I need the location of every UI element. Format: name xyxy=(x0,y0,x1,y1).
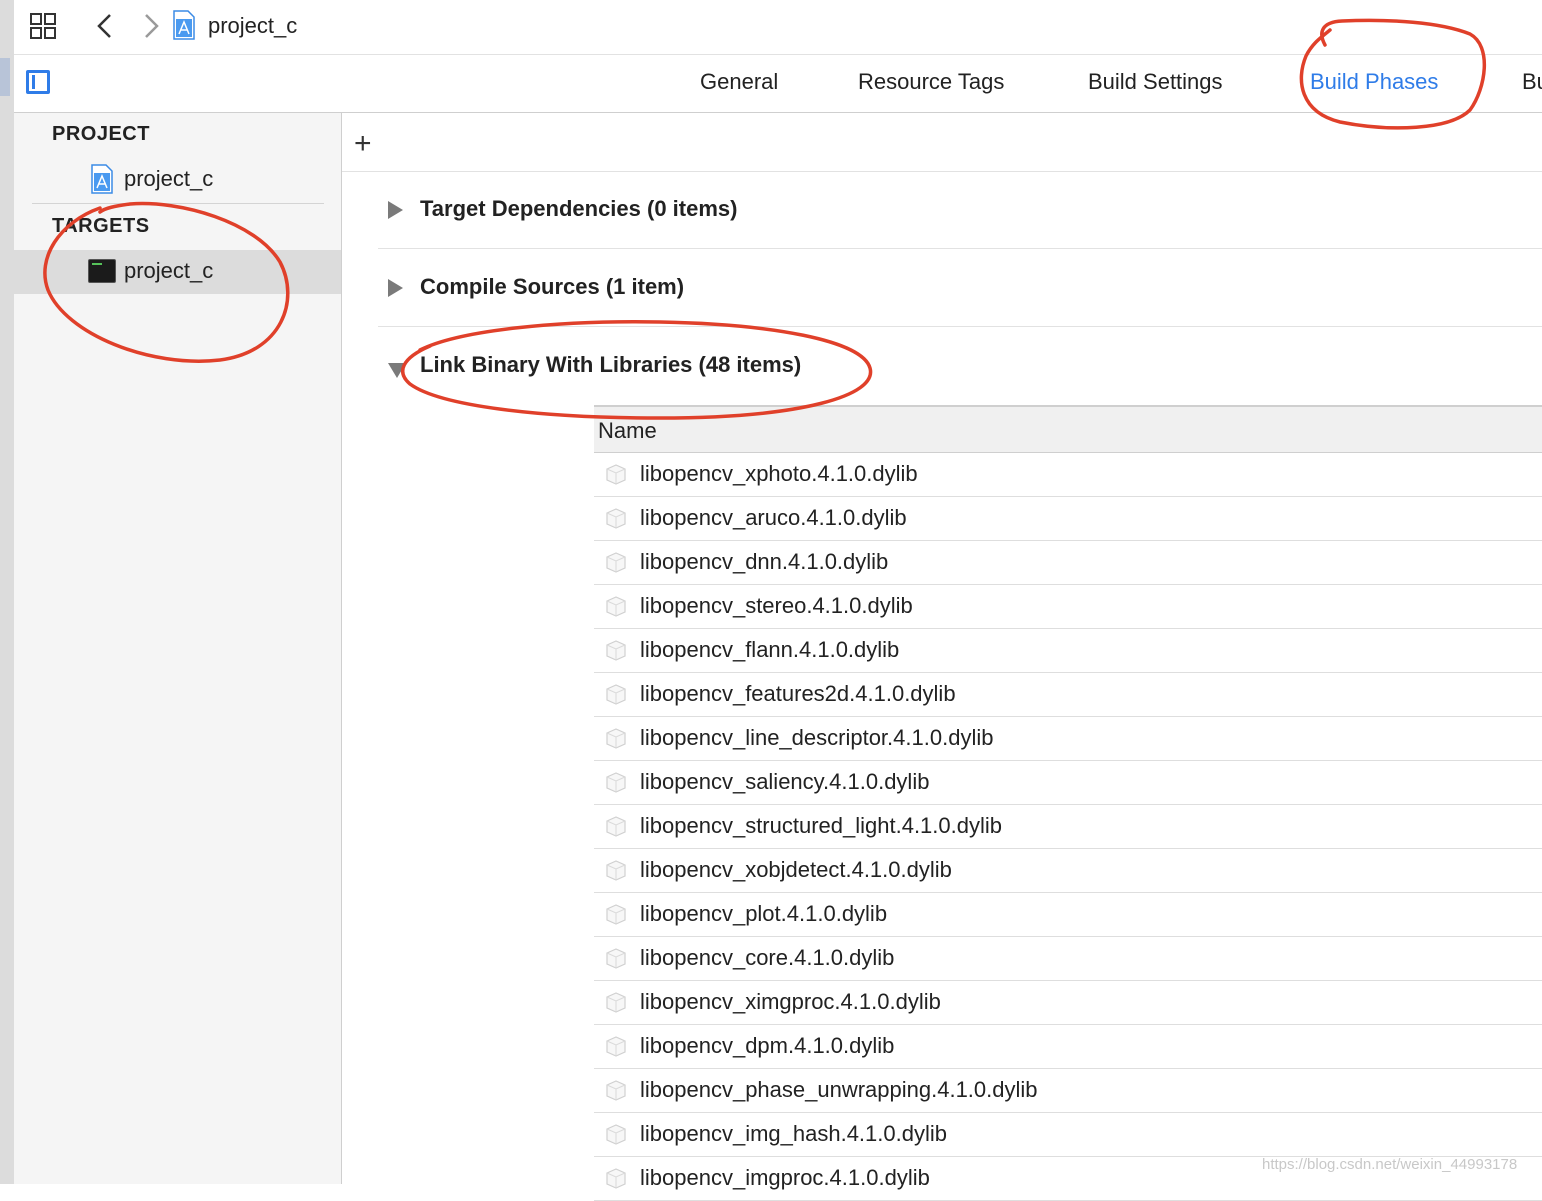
library-file-icon xyxy=(606,596,626,617)
library-name: libopencv_features2d.4.1.0.dylib xyxy=(640,681,956,706)
table-row[interactable]: libopencv_features2d.4.1.0.dylib xyxy=(594,673,1542,717)
table-row[interactable]: libopencv_dpm.4.1.0.dylib xyxy=(594,1025,1542,1069)
project-navigator-sidebar: PROJECT project_c TARGETS project_c xyxy=(14,113,342,1184)
watermark: https://blog.csdn.net/weixin_44993178 xyxy=(1262,1156,1518,1173)
table-row[interactable]: libopencv_xobjdetect.4.1.0.dylib xyxy=(594,849,1542,893)
library-name: libopencv_stereo.4.1.0.dylib xyxy=(640,593,913,618)
phase-target-dependencies[interactable]: Target Dependencies (0 items) xyxy=(378,171,1542,249)
sidebar-item-target[interactable]: project_c xyxy=(14,250,341,294)
tab-build-rules-partial[interactable]: Bu xyxy=(1522,69,1542,95)
library-name: libopencv_structured_light.4.1.0.dylib xyxy=(640,813,1003,838)
sidebar-divider xyxy=(32,203,324,204)
library-file-icon xyxy=(606,508,626,529)
table-row[interactable]: libopencv_saliency.4.1.0.dylib xyxy=(594,761,1542,805)
name-column-header: Name xyxy=(598,418,657,443)
tab-general[interactable]: General xyxy=(700,69,778,95)
table-row[interactable]: libopencv_dnn.4.1.0.dylib xyxy=(594,541,1542,585)
table-row[interactable]: libopencv_line_descriptor.4.1.0.dylib xyxy=(594,717,1542,761)
library-name: libopencv_plot.4.1.0.dylib xyxy=(640,901,888,926)
library-file-icon xyxy=(606,464,626,485)
top-navigation-bar: project_c xyxy=(14,0,1542,55)
library-name: libopencv_core.4.1.0.dylib xyxy=(640,945,895,970)
phase-title: Link Binary With Libraries (48 items) xyxy=(420,352,802,377)
library-file-icon xyxy=(606,1168,626,1189)
build-phases-editor: + Target Dependencies (0 items) Compile … xyxy=(342,113,1542,1201)
library-name: libopencv_aruco.4.1.0.dylib xyxy=(640,505,907,530)
library-name: libopencv_ximgproc.4.1.0.dylib xyxy=(640,989,941,1014)
library-name: libopencv_xphoto.4.1.0.dylib xyxy=(640,461,918,486)
forward-chevron-icon[interactable] xyxy=(138,12,162,40)
library-name: libopencv_phase_unwrapping.4.1.0.dylib xyxy=(640,1077,1038,1102)
library-name: libopencv_img_hash.4.1.0.dylib xyxy=(640,1121,947,1146)
edge-notch xyxy=(0,58,10,96)
library-file-icon xyxy=(606,992,626,1013)
library-file-icon xyxy=(606,772,626,793)
library-file-icon xyxy=(606,1036,626,1057)
tab-build-phases[interactable]: Build Phases xyxy=(1310,69,1438,95)
table-header[interactable]: Name xyxy=(594,405,1542,453)
library-file-icon xyxy=(606,640,626,661)
table-row[interactable]: libopencv_aruco.4.1.0.dylib xyxy=(594,497,1542,541)
tab-build-settings[interactable]: Build Settings xyxy=(1088,69,1223,95)
library-file-icon xyxy=(606,816,626,837)
table-row[interactable]: libopencv_ximgproc.4.1.0.dylib xyxy=(594,981,1542,1025)
add-build-phase-button[interactable]: + xyxy=(354,129,372,159)
editor-tab-bar: General Resource Tags Build Settings Bui… xyxy=(14,55,1542,113)
phase-title: Compile Sources (1 item) xyxy=(420,274,685,299)
sidebar-item-project[interactable]: project_c xyxy=(14,158,341,202)
xcode-project-icon xyxy=(91,164,113,194)
library-file-icon xyxy=(606,1124,626,1145)
table-row[interactable]: libopencv_stereo.4.1.0.dylib xyxy=(594,585,1542,629)
library-file-icon xyxy=(606,552,626,573)
back-chevron-icon[interactable] xyxy=(94,12,118,40)
disclosure-triangle-icon[interactable] xyxy=(388,279,403,297)
terminal-target-icon xyxy=(88,259,116,283)
sidebar-item-label: project_c xyxy=(124,258,214,283)
table-row[interactable]: libopencv_phase_unwrapping.4.1.0.dylib xyxy=(594,1069,1542,1113)
phase-compile-sources[interactable]: Compile Sources (1 item) xyxy=(378,249,1542,327)
library-file-icon xyxy=(606,1080,626,1101)
library-file-icon xyxy=(606,684,626,705)
targets-section-header: TARGETS xyxy=(52,215,150,237)
phase-title: Target Dependencies (0 items) xyxy=(420,196,738,221)
project-title[interactable]: project_c xyxy=(208,13,297,39)
library-name: libopencv_xobjdetect.4.1.0.dylib xyxy=(640,857,952,882)
library-file-icon xyxy=(606,904,626,925)
table-row[interactable]: libopencv_plot.4.1.0.dylib xyxy=(594,893,1542,937)
related-items-grid-icon[interactable] xyxy=(30,13,56,39)
libraries-table: Name libopencv_xphoto.4.1.0.dyliblibopen… xyxy=(594,405,1542,1201)
table-row[interactable]: libopencv_xphoto.4.1.0.dylib xyxy=(594,453,1542,497)
phase-link-binary-with-libraries[interactable]: Link Binary With Libraries (48 items) xyxy=(378,327,1542,405)
disclosure-triangle-icon[interactable] xyxy=(388,201,403,219)
library-name: libopencv_line_descriptor.4.1.0.dylib xyxy=(640,725,994,750)
library-file-icon xyxy=(606,728,626,749)
disclosure-triangle-open-icon[interactable] xyxy=(388,363,406,378)
library-name: libopencv_dpm.4.1.0.dylib xyxy=(640,1033,895,1058)
library-name: libopencv_saliency.4.1.0.dylib xyxy=(640,769,930,794)
left-window-edge xyxy=(0,0,15,1184)
table-row[interactable]: libopencv_structured_light.4.1.0.dylib xyxy=(594,805,1542,849)
library-name: libopencv_imgproc.4.1.0.dylib xyxy=(640,1165,930,1190)
table-row[interactable]: libopencv_flann.4.1.0.dylib xyxy=(594,629,1542,673)
table-row[interactable]: libopencv_core.4.1.0.dylib xyxy=(594,937,1542,981)
xcode-project-icon xyxy=(173,10,195,40)
library-file-icon xyxy=(606,948,626,969)
sidebar-item-label: project_c xyxy=(124,166,214,191)
tab-resource-tags[interactable]: Resource Tags xyxy=(858,69,1004,95)
library-name: libopencv_dnn.4.1.0.dylib xyxy=(640,549,889,574)
sidebar-toggle-icon[interactable] xyxy=(26,70,50,94)
project-section-header: PROJECT xyxy=(52,123,150,145)
library-file-icon xyxy=(606,860,626,881)
table-row[interactable]: libopencv_img_hash.4.1.0.dylib xyxy=(594,1113,1542,1157)
library-name: libopencv_flann.4.1.0.dylib xyxy=(640,637,900,662)
